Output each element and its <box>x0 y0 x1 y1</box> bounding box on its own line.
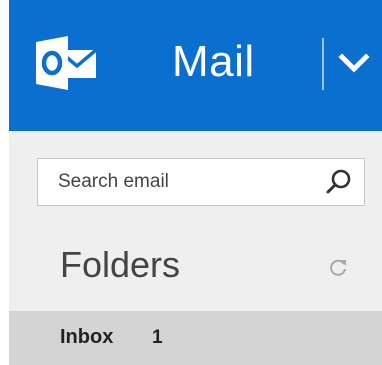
window-edge <box>0 0 9 365</box>
refresh-button[interactable] <box>327 256 349 278</box>
folders-heading: Folders <box>60 244 181 285</box>
search-input[interactable] <box>38 159 306 205</box>
app-switcher-button[interactable] <box>336 46 372 80</box>
search-icon <box>326 169 351 194</box>
outlook-logo-icon[interactable] <box>36 36 98 90</box>
chevron-down-icon <box>338 53 370 73</box>
app-title: Mail <box>172 37 255 86</box>
folder-item-label: Inbox <box>60 326 114 348</box>
unread-count-badge: 1 <box>152 327 163 348</box>
folder-item-inbox[interactable]: Inbox 1 <box>9 311 382 365</box>
search-box <box>37 158 365 206</box>
search-button[interactable] <box>322 165 356 199</box>
refresh-icon <box>330 259 346 276</box>
mail-window: Mail Folders Inbox 1 <box>0 0 382 365</box>
header-divider <box>322 38 324 90</box>
